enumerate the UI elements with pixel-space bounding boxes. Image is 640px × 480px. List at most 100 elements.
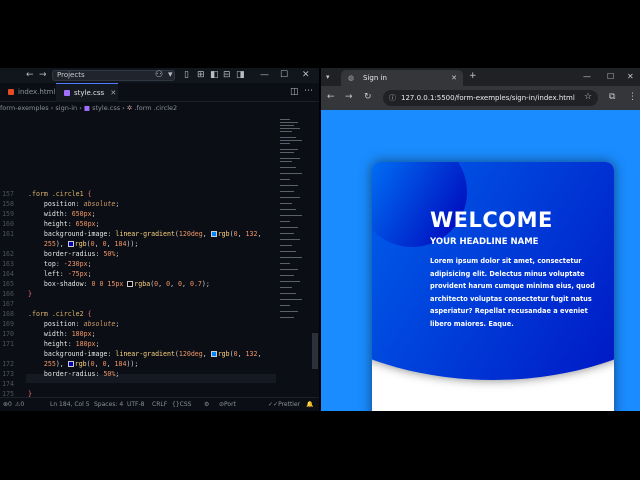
encoding[interactable]: UTF-8 — [127, 398, 145, 411]
selector-icon: ✲ — [126, 104, 133, 112]
warnings-icon[interactable]: ⚠ 0 — [15, 398, 24, 411]
forward-arrow-icon[interactable]: → — [39, 70, 47, 81]
color-swatch[interactable] — [67, 241, 74, 247]
maximize-icon[interactable]: ☐ — [280, 70, 288, 81]
split-editor-icon[interactable]: ◫ — [290, 87, 299, 97]
panel-right-icon[interactable]: ◨ — [236, 70, 245, 81]
breadcrumb-subfolder[interactable]: sign-in — [55, 104, 77, 112]
browser-window: ▾ ◍ Sign in ✕ + — ☐ ✕ ← → ↻ ⓘ 127.0.0.1:… — [321, 68, 640, 411]
tab-close-icon[interactable]: ✕ — [451, 70, 457, 86]
layout-icon[interactable]: ▯ — [184, 70, 189, 81]
code-area[interactable]: 157 158 159 160 161 162 163 164 165 166 … — [0, 115, 319, 398]
welcome-heading: WELCOME — [430, 208, 553, 232]
color-swatch[interactable] — [67, 361, 74, 367]
panel-bottom-icon[interactable]: ⊟ — [223, 70, 231, 81]
page-viewport: WELCOME YOUR HEADLINE NAME Lorem ipsum d… — [321, 110, 640, 411]
cursor-position[interactable]: Ln 184, Col 5 — [50, 398, 90, 411]
line-number: 161 — [2, 230, 14, 238]
back-arrow-icon[interactable]: ← — [327, 92, 335, 103]
headline-name: YOUR HEADLINE NAME — [430, 237, 539, 247]
indentation[interactable]: Spaces: 4 — [94, 398, 123, 411]
line-number: 171 — [2, 340, 14, 348]
code-line: position: absolute; — [43, 200, 120, 208]
copilot-icon[interactable]: ⚇ — [155, 70, 163, 81]
more-actions-icon[interactable]: ⋯ — [304, 86, 313, 96]
line-number: 172 — [2, 360, 14, 368]
tab-search-icon[interactable]: ▾ — [326, 72, 330, 83]
menu-icon[interactable]: ⋮ — [628, 92, 637, 103]
line-number: 164 — [2, 270, 14, 278]
code-line: width: 180px; — [43, 330, 96, 338]
color-swatch[interactable] — [127, 281, 134, 287]
url-text: 127.0.0.1:5500/form-exemples/sign-in/ind… — [401, 94, 575, 102]
extensions-icon[interactable]: ⧉ — [609, 92, 615, 103]
code-line: box-shadow: 0 0 15px rgba(0, 0, 0, 0.7); — [43, 280, 210, 288]
chevron-down-icon[interactable]: ▾ — [168, 70, 173, 81]
breadcrumb-file[interactable]: style.css — [92, 104, 120, 112]
breadcrumb-folder[interactable]: form-exemples — [0, 104, 49, 112]
prettier-status[interactable]: ✓✓ Prettier — [268, 398, 300, 411]
line-number: 169 — [2, 320, 14, 328]
back-arrow-icon[interactable]: ← — [26, 70, 34, 81]
css-file-icon: ■ — [83, 104, 91, 112]
maximize-icon[interactable]: ☐ — [607, 71, 614, 82]
status-bar: ⊗ 0 ⚠ 0 Ln 184, Col 5 Spaces: 4 UTF-8 CR… — [0, 397, 319, 411]
sign-in-form: WELCOME YOUR HEADLINE NAME Lorem ipsum d… — [372, 162, 614, 411]
language-label: CSS — [179, 401, 192, 408]
close-icon[interactable]: ✕ — [302, 70, 310, 81]
grid-icon[interactable]: ⊞ — [197, 70, 205, 81]
bookmark-star-icon[interactable]: ☆ — [584, 92, 592, 103]
address-bar[interactable]: ⓘ 127.0.0.1:5500/form-exemples/sign-in/i… — [383, 90, 598, 106]
error-count: 0 — [8, 401, 12, 408]
browser-toolbar: ← → ↻ ⓘ 127.0.0.1:5500/form-exemples/sig… — [321, 86, 640, 110]
title-bar: ← → Projects ⚇ ▾ ▯ ⊞ ◧ ⊟ ◨ — ☐ ✕ — [0, 68, 319, 83]
language-mode[interactable]: {} CSS — [172, 398, 191, 411]
line-number: 174 — [2, 380, 14, 388]
code-line: height: 650px; — [43, 220, 100, 228]
close-icon[interactable]: ✕ — [627, 71, 634, 82]
line-number: 160 — [2, 220, 14, 228]
bottom-letterbox — [0, 411, 640, 480]
feedback-icon[interactable]: ⚙ — [204, 398, 209, 411]
globe-icon: ◍ — [348, 74, 355, 82]
code-line: border-radius: 50%; — [43, 370, 120, 378]
prettier-label: Prettier — [278, 401, 301, 408]
tab-close-icon[interactable]: ✕ — [110, 89, 116, 97]
live-server-port[interactable]: ⊘ Port : 5500 — [219, 398, 236, 411]
forward-arrow-icon[interactable]: → — [345, 92, 353, 103]
tab-index-html[interactable]: index.html — [0, 83, 56, 102]
code-line: border-radius: 50%; — [43, 250, 120, 258]
browser-tab-strip: ▾ ◍ Sign in ✕ + — ☐ ✕ — [321, 68, 640, 86]
screen: ← → Projects ⚇ ▾ ▯ ⊞ ◧ ⊟ ◨ — ☐ ✕ index.h… — [0, 68, 640, 411]
line-number: 168 — [2, 310, 14, 318]
code-line: left: -75px; — [43, 270, 92, 278]
minimap[interactable] — [280, 115, 308, 397]
line-ending[interactable]: CRLF — [152, 398, 167, 411]
tab-title: Sign in — [363, 74, 387, 82]
reload-icon[interactable]: ↻ — [364, 92, 372, 103]
code-line: background-image: linear-gradient(120deg… — [43, 230, 262, 238]
tab-style-css[interactable]: style.css ✕ — [56, 83, 118, 102]
panel-left-icon[interactable]: ◧ — [210, 70, 219, 81]
top-letterbox — [0, 0, 640, 68]
new-tab-icon[interactable]: + — [469, 71, 477, 82]
code-line: .form .circle2 { — [28, 310, 92, 318]
site-info-icon[interactable]: ⓘ — [389, 90, 396, 106]
browser-tab[interactable]: ◍ Sign in ✕ — [341, 70, 463, 86]
errors-icon[interactable]: ⊗ 0 — [3, 398, 12, 411]
code-line: background-image: linear-gradient(120deg… — [43, 350, 262, 358]
color-swatch[interactable] — [210, 231, 217, 237]
editor-scrollbar[interactable] — [312, 333, 318, 369]
color-swatch[interactable] — [210, 351, 217, 357]
css-file-icon — [64, 90, 70, 96]
notifications-icon[interactable]: 🔔 — [306, 398, 313, 411]
code-line: top: -230px; — [43, 260, 92, 268]
line-number: 163 — [2, 260, 14, 268]
minimize-icon[interactable]: — — [260, 70, 269, 81]
code-line: position: absolute; — [43, 320, 120, 328]
line-number: 173 — [2, 370, 14, 378]
minimize-icon[interactable]: — — [583, 71, 591, 82]
breadcrumb-symbol[interactable]: .form .circle2 — [134, 104, 177, 112]
line-number: 158 — [2, 200, 14, 208]
code-line: .form .circle1 { — [28, 190, 92, 198]
